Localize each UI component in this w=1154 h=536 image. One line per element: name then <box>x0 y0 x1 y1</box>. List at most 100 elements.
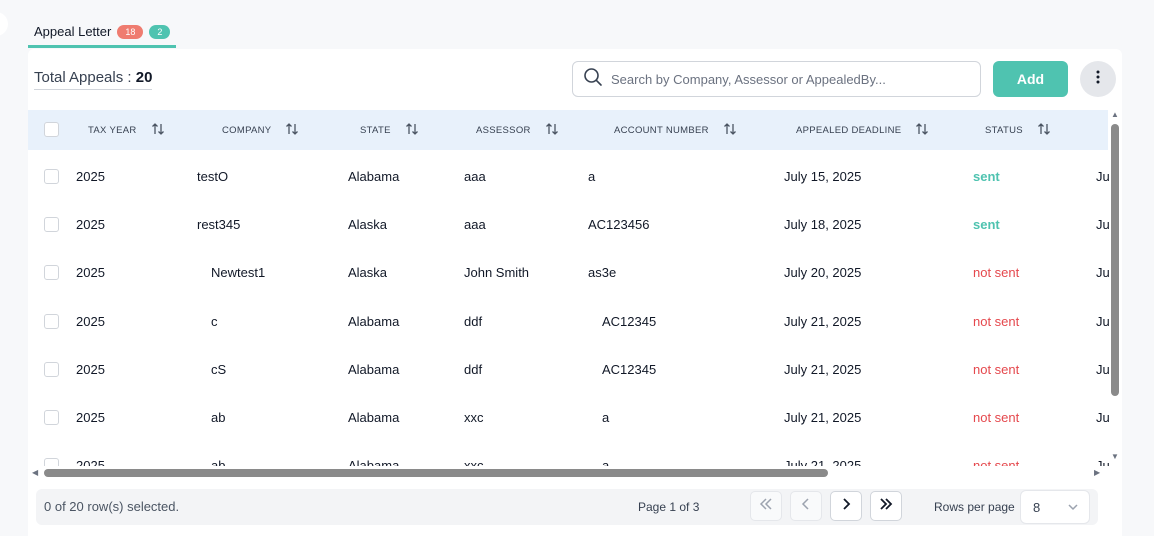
appeals-card: Total Appeals : 20 Add TAX YEAR COMPANY … <box>28 49 1122 536</box>
vertical-scroll-thumb[interactable] <box>1111 124 1119 396</box>
cell-account-number: as3e <box>588 264 617 280</box>
table-row[interactable]: 2025 testO Alabama aaa a July 15, 2025 s… <box>28 152 1110 200</box>
cell-account-number: AC12345 <box>602 361 657 377</box>
cell-account-number: a <box>588 168 596 184</box>
search-box[interactable] <box>572 61 981 97</box>
total-label: Total Appeals : <box>34 69 136 86</box>
cell-state: Alabama <box>348 168 400 184</box>
scroll-right-icon[interactable]: ▶ <box>1094 468 1100 477</box>
add-button[interactable]: Add <box>993 61 1068 97</box>
tab-label: Appeal Letter <box>34 24 112 39</box>
search-icon <box>583 67 603 92</box>
cell-company: cS <box>211 361 227 377</box>
cell-tax-year: 2025 <box>76 168 105 184</box>
cell-state: Alaska <box>348 216 388 232</box>
horizontal-scroll-thumb[interactable] <box>44 469 828 477</box>
vertical-scrollbar[interactable]: ▲ ▼ <box>1108 110 1122 466</box>
cell-account-number: a <box>602 409 610 425</box>
cell-appealed-deadline: July 21, 2025 <box>784 457 862 467</box>
cell-company: Newtest1 <box>211 264 266 280</box>
cell-state: Alabama <box>348 409 400 425</box>
cell-company: ab <box>211 409 226 425</box>
cell-assessor: xxc <box>464 409 484 425</box>
table-row[interactable]: 2025 rest345 Alaska aaa AC123456 July 18… <box>28 200 1110 248</box>
previous-page-button[interactable] <box>790 491 822 521</box>
column-header-state[interactable]: STATE <box>360 110 419 150</box>
column-label: APPEALED DEADLINE <box>796 124 902 136</box>
cell-tax-year: 2025 <box>76 409 105 425</box>
cell-company: c <box>211 313 218 329</box>
column-label: ACCOUNT NUMBER <box>614 124 709 136</box>
cell-tax-year: 2025 <box>76 457 105 467</box>
sort-icon[interactable] <box>545 122 559 139</box>
more-options-button[interactable] <box>1080 61 1116 97</box>
row-checkbox[interactable] <box>44 362 59 377</box>
cell-appealed-deadline: July 20, 2025 <box>784 264 862 280</box>
sidebar-edge <box>0 12 8 36</box>
cell-status: not sent <box>973 264 1020 280</box>
sort-icon[interactable] <box>405 122 419 139</box>
table-row[interactable]: 2025 Newtest1 Alaska John Smith as3e Jul… <box>28 248 1110 296</box>
row-checkbox[interactable] <box>44 265 59 280</box>
column-header-tax-year[interactable]: TAX YEAR <box>88 110 165 150</box>
rows-per-page-value: 8 <box>1033 499 1041 515</box>
tab-appeal-letter[interactable]: Appeal Letter 18 2 <box>28 20 177 48</box>
cell-company: ab <box>211 457 226 467</box>
row-checkbox[interactable] <box>44 314 59 329</box>
cell-status: not sent <box>973 409 1020 425</box>
row-checkbox[interactable] <box>44 410 59 425</box>
column-header-assessor[interactable]: ASSESSOR <box>476 110 559 150</box>
cell-company: rest345 <box>197 216 241 232</box>
column-header-status[interactable]: STATUS <box>985 110 1051 150</box>
cell-account-number: a <box>602 457 610 467</box>
cell-account-number: AC12345 <box>602 313 657 329</box>
table-row[interactable]: 2025 cS Alabama ddf AC12345 July 21, 202… <box>28 345 1110 393</box>
cell-appealed-deadline: July 21, 2025 <box>784 313 862 329</box>
cell-appealed-deadline: July 21, 2025 <box>784 409 862 425</box>
cell-assessor: aaa <box>464 168 486 184</box>
cell-state: Alabama <box>348 313 400 329</box>
cell-appealed-deadline: July 18, 2025 <box>784 216 862 232</box>
cell-status: not sent <box>973 361 1020 377</box>
cell-state: Alabama <box>348 457 400 467</box>
row-checkbox[interactable] <box>44 217 59 232</box>
table-row[interactable]: 2025 ab Alabama xxc a July 21, 2025 not … <box>28 393 1110 441</box>
column-header-account-number[interactable]: ACCOUNT NUMBER <box>614 110 737 150</box>
cell-tax-year: 2025 <box>76 264 105 280</box>
sort-icon[interactable] <box>151 122 165 139</box>
total-appeals: Total Appeals : 20 <box>34 69 153 90</box>
first-page-button[interactable] <box>750 491 782 521</box>
cell-tax-year: 2025 <box>76 216 105 232</box>
next-page-button[interactable] <box>830 491 862 521</box>
count-badge-red: 18 <box>117 24 144 39</box>
cell-appealed-deadline: July 15, 2025 <box>784 168 862 184</box>
row-checkbox[interactable] <box>44 458 59 466</box>
table-row[interactable]: 2025 ab Alabama xxc a July 21, 2025 not … <box>28 441 1110 467</box>
scroll-down-icon[interactable]: ▼ <box>1111 452 1119 461</box>
sort-icon[interactable] <box>285 122 299 139</box>
cell-status: not sent <box>973 313 1020 329</box>
cell-tax-year: 2025 <box>76 361 105 377</box>
sort-icon[interactable] <box>1037 122 1051 139</box>
chevron-left-icon <box>801 497 811 515</box>
select-all-checkbox[interactable] <box>44 122 59 137</box>
row-checkbox[interactable] <box>44 169 59 184</box>
cell-assessor: John Smith <box>464 264 530 280</box>
chevron-down-icon <box>1067 501 1079 516</box>
total-value: 20 <box>135 69 153 86</box>
table-row[interactable]: 2025 c Alabama ddf AC12345 July 21, 2025… <box>28 297 1110 345</box>
cell-assessor: ddf <box>464 361 483 377</box>
column-header-appealed-deadline[interactable]: APPEALED DEADLINE <box>796 110 929 150</box>
scroll-left-icon[interactable]: ◀ <box>32 468 38 477</box>
last-page-button[interactable] <box>870 491 902 521</box>
column-header-company[interactable]: COMPANY <box>222 110 299 150</box>
cell-assessor: ddf <box>464 313 483 329</box>
rows-per-page-select[interactable]: 8 <box>1020 490 1090 524</box>
chevrons-left-icon <box>759 497 773 515</box>
sort-icon[interactable] <box>915 122 929 139</box>
column-label: STATE <box>360 124 391 136</box>
scroll-up-icon[interactable]: ▲ <box>1111 110 1119 119</box>
search-input[interactable] <box>611 71 971 87</box>
horizontal-scrollbar[interactable]: ◀ ▶ <box>28 466 1108 480</box>
sort-icon[interactable] <box>723 122 737 139</box>
